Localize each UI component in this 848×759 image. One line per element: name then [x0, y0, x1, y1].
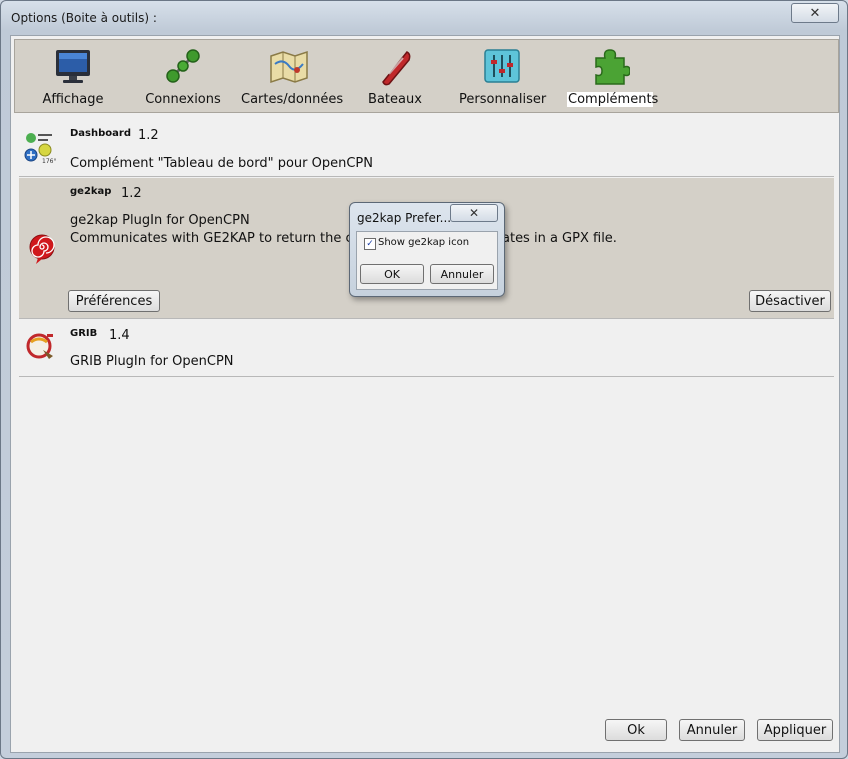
title-bar[interactable]: Options (Boite à outils) : ✕	[1, 1, 847, 35]
close-icon: ✕	[809, 5, 821, 21]
ge2kap-preferences-dialog: ge2kap Prefer... ✕ ✓ Show ge2kap icon OK…	[349, 202, 505, 297]
sliders-icon	[484, 49, 520, 83]
svg-text:176°: 176°	[42, 158, 56, 164]
dialog-title: ge2kap Prefer...	[357, 211, 452, 225]
plugin-description: ge2kap PlugIn for OpenCPN	[70, 213, 250, 228]
ge2kap-spiral-icon	[29, 234, 55, 264]
plugin-name: Dashboard	[70, 128, 131, 139]
monitor-icon	[56, 50, 90, 83]
show-icon-checkbox[interactable]: ✓	[364, 238, 376, 250]
plugin-name: GRIB	[70, 328, 98, 339]
tab-cartes-donnees[interactable]: Cartes/données	[241, 44, 344, 108]
tab-label: Cartes/données	[241, 92, 344, 107]
plugin-version: 1.2	[121, 186, 142, 201]
dialog-ok-button[interactable]: OK	[360, 264, 424, 284]
dashboard-icon: 176°	[24, 133, 56, 164]
dialog-close-button[interactable]: ✕	[450, 204, 498, 222]
plugin-row-dashboard[interactable]: 176° Dashboard 1.2 Complément "Tableau d…	[19, 116, 834, 177]
close-icon: ✕	[468, 206, 480, 220]
client-area: Affichage Connexions Cartes/données Bate…	[10, 35, 840, 753]
cancel-button[interactable]: Annuler	[679, 719, 745, 741]
plugin-description: GRIB PlugIn for OpenCPN	[70, 354, 234, 369]
plugin-description: Complément "Tableau de bord" pour OpenCP…	[70, 156, 373, 171]
tab-label: Bateaux	[368, 92, 422, 107]
plugin-description-line2-left: Communicates with GE2KAP to return the c…	[70, 231, 372, 246]
tab-label: Personnaliser	[459, 92, 547, 107]
tab-label: Compléments	[567, 92, 659, 107]
checkmark-icon: ✓	[366, 239, 374, 249]
window-close-button[interactable]: ✕	[791, 3, 839, 23]
show-icon-checkbox-label[interactable]: Show ge2kap icon	[378, 237, 469, 248]
boat-icon	[382, 51, 411, 86]
tab-complements[interactable]: Compléments	[567, 44, 659, 108]
plugin-version: 1.4	[109, 328, 130, 343]
puzzle-icon	[595, 49, 630, 85]
apply-button[interactable]: Appliquer	[757, 719, 833, 741]
plugin-row-grib[interactable]: GRIB 1.4 GRIB PlugIn for OpenCPN	[19, 320, 834, 377]
options-window: Options (Boite à outils) : ✕ Affichage C…	[0, 0, 848, 759]
tab-affichage[interactable]: Affichage	[33, 44, 113, 108]
plugin-name: ge2kap	[70, 186, 112, 197]
options-toolbar: Affichage Connexions Cartes/données Bate…	[14, 39, 839, 113]
preferences-button[interactable]: Préférences	[68, 290, 160, 312]
window-title: Options (Boite à outils) :	[11, 11, 157, 25]
plugin-version: 1.2	[138, 128, 159, 143]
dialog-cancel-button[interactable]: Annuler	[430, 264, 494, 284]
tab-personnaliser[interactable]: Personnaliser	[459, 44, 547, 108]
connections-icon	[166, 49, 200, 83]
tab-label: Connexions	[145, 92, 221, 107]
charts-icon	[270, 50, 308, 84]
dialog-body: ✓ Show ge2kap icon OK Annuler	[356, 231, 498, 290]
disable-button[interactable]: Désactiver	[749, 290, 831, 312]
ok-button[interactable]: Ok	[605, 719, 667, 741]
tab-connexions[interactable]: Connexions	[143, 44, 223, 108]
tab-label: Affichage	[42, 92, 104, 107]
tab-bateaux[interactable]: Bateaux	[365, 44, 425, 108]
plugin-description-line2-right: ates in a GPX file.	[502, 231, 617, 246]
grib-icon	[26, 333, 53, 359]
